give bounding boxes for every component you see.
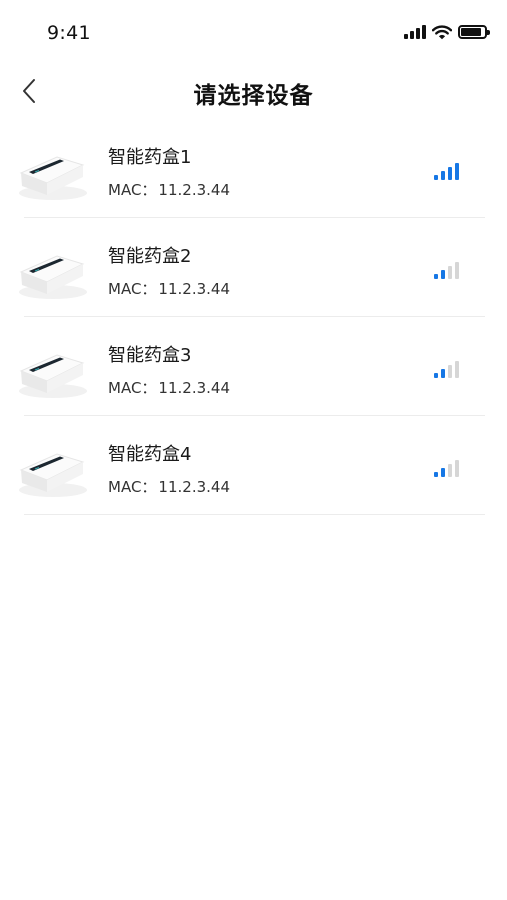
- signal-strength-icon: [434, 457, 460, 477]
- signal-bar: [441, 369, 445, 378]
- signal-strength-icon: [434, 160, 460, 180]
- signal-strength-icon: [434, 259, 460, 279]
- signal-bar: [441, 270, 445, 279]
- signal-bar: [455, 262, 459, 279]
- signal-bar: [448, 266, 452, 279]
- signal-strength-icon: [434, 358, 460, 378]
- nav-bar: 请选择设备: [0, 66, 507, 116]
- pill-box-device-image: [19, 453, 87, 497]
- status-bar: 9:41: [0, 0, 507, 66]
- cellular-signal-icon: [404, 25, 426, 39]
- pill-box-device-image: [19, 354, 87, 398]
- page-title: 请选择设备: [193, 83, 314, 109]
- status-icons: [404, 22, 490, 42]
- signal-bar: [448, 365, 452, 378]
- signal-bar: [455, 361, 459, 378]
- signal-bar: [434, 175, 438, 180]
- signal-bar: [455, 460, 459, 477]
- signal-bar: [448, 167, 452, 180]
- device-name: 智能药盒2: [108, 246, 192, 267]
- device-list: 智能药盒1 MAC： 11.2.3.44 智能药盒2 MAC： 11.2.3.44 …: [0, 119, 507, 515]
- status-time: 9:41: [47, 22, 91, 44]
- device-name: 智能药盒4: [108, 444, 192, 465]
- signal-bar: [434, 373, 438, 378]
- mac-value: 11.2.3.44: [158, 181, 230, 199]
- mac-value: 11.2.3.44: [158, 379, 230, 397]
- device-name: 智能药盒3: [108, 345, 192, 366]
- device-list-item-1[interactable]: 智能药盒1 MAC： 11.2.3.44: [19, 119, 485, 218]
- mac-value: 11.2.3.44: [158, 478, 230, 496]
- wifi-icon: [432, 24, 452, 39]
- device-list-item-2[interactable]: 智能药盒2 MAC： 11.2.3.44: [19, 218, 485, 317]
- pill-box-device-image: [19, 255, 87, 299]
- signal-bar: [441, 468, 445, 477]
- mac-label: MAC：: [108, 379, 157, 397]
- device-mac: MAC： 11.2.3.44: [108, 476, 230, 497]
- mac-label: MAC：: [108, 478, 157, 496]
- battery-level: [461, 28, 481, 36]
- battery-icon: [458, 25, 490, 39]
- signal-bar: [434, 274, 438, 279]
- signal-bar: [455, 163, 459, 180]
- device-select-screen: 9:41 请选择设备 智能药盒1 MAC： 11.2.3.44 智能药盒2 MA…: [0, 0, 507, 900]
- signal-bar: [448, 464, 452, 477]
- device-name: 智能药盒1: [108, 147, 192, 168]
- signal-bar: [434, 472, 438, 477]
- device-mac: MAC： 11.2.3.44: [108, 377, 230, 398]
- signal-bar: [441, 171, 445, 180]
- device-mac: MAC： 11.2.3.44: [108, 179, 230, 200]
- mac-label: MAC：: [108, 181, 157, 199]
- device-list-item-3[interactable]: 智能药盒3 MAC： 11.2.3.44: [19, 317, 485, 416]
- mac-value: 11.2.3.44: [158, 280, 230, 298]
- pill-box-device-image: [19, 156, 87, 200]
- mac-label: MAC：: [108, 280, 157, 298]
- device-mac: MAC： 11.2.3.44: [108, 278, 230, 299]
- device-list-item-4[interactable]: 智能药盒4 MAC： 11.2.3.44: [19, 416, 485, 515]
